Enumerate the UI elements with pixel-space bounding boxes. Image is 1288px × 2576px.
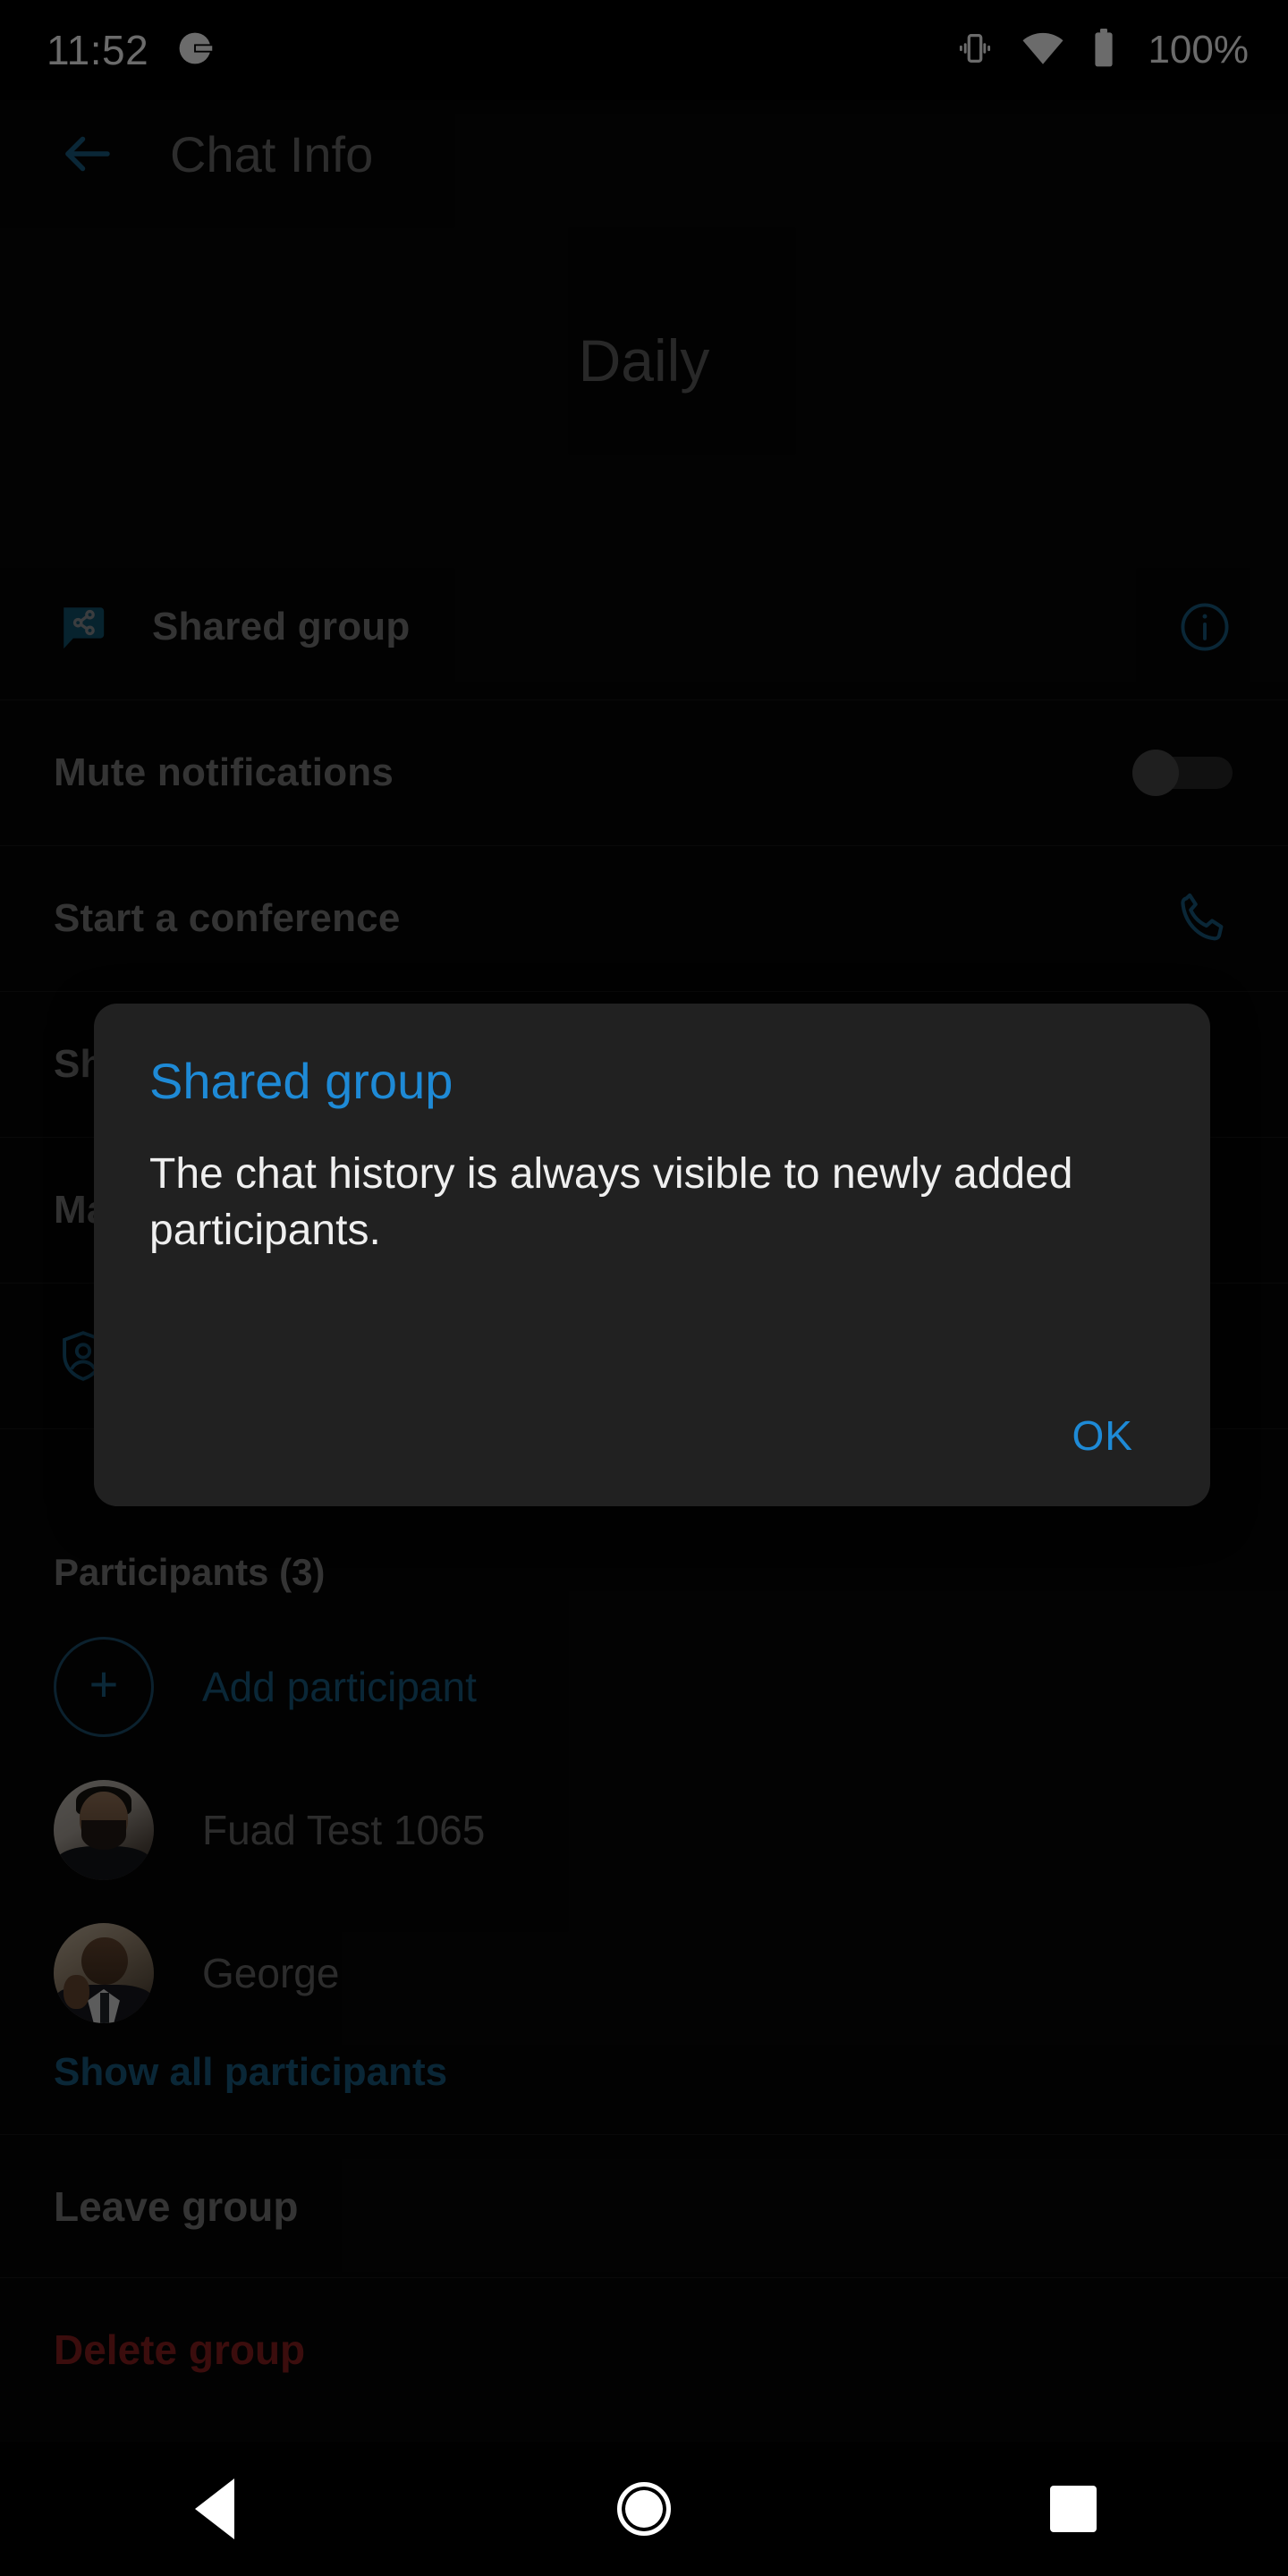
dialog-actions: OK [149,1399,1155,1506]
nav-home-button[interactable] [555,2442,733,2576]
nav-back-button[interactable] [125,2442,304,2576]
nav-recents-button[interactable] [984,2442,1163,2576]
nav-recents-icon [1050,2486,1097,2532]
dialog-title: Shared group [149,1053,453,1109]
shared-group-dialog: Shared group The chat history is always … [94,1004,1210,1506]
nav-home-icon [617,2482,671,2536]
phone-screen: 11:52 [0,0,1288,2576]
dialog-message: The chat history is always visible to ne… [149,1149,1073,1255]
ok-button[interactable]: OK [1051,1399,1155,1472]
android-navigation-bar [0,2442,1288,2576]
nav-back-icon [195,2479,234,2539]
